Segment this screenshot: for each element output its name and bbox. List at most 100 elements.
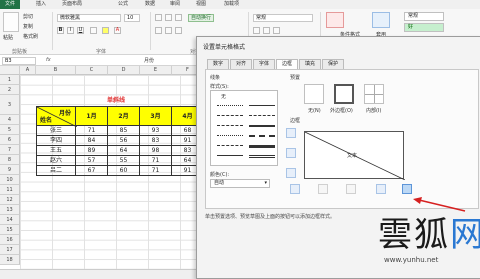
diagonal-header-cell[interactable]: 月份 姓名 [36,106,77,127]
border-diagonal-down-button[interactable] [402,184,412,194]
score-cell[interactable]: 67 [76,166,108,176]
column-header[interactable]: A [20,66,36,75]
border-diagonal-up-button[interactable] [290,184,300,194]
comma-icon[interactable] [273,27,280,34]
tab-1[interactable]: 插入 [36,0,46,9]
tab-5[interactable]: 审阅 [170,0,180,9]
dialog-tab[interactable]: 保护 [322,59,344,69]
preset-inside-button[interactable] [364,84,384,104]
border-bottom-button[interactable] [286,168,296,178]
column-header[interactable]: E [140,66,172,75]
row-header[interactable]: 17 [0,245,20,255]
name-cell[interactable]: 吕二 [36,166,76,176]
tab-2[interactable]: 页面布局 [62,0,82,9]
color-select[interactable]: 自动 ▾ [210,179,270,188]
score-cell[interactable]: 85 [108,126,140,136]
line-style-list[interactable]: 无 [210,90,278,166]
number-format-select[interactable]: 常规 [253,14,313,22]
preset-outline-button[interactable] [334,84,354,104]
align-bottom-icon[interactable] [175,14,182,21]
border-right-button[interactable] [376,184,386,194]
score-cell[interactable]: 71 [76,126,108,136]
cut-button[interactable]: 剪切 [23,13,33,20]
score-cell[interactable]: 98 [140,146,172,156]
select-all-corner[interactable] [0,66,20,75]
copy-button[interactable]: 复制 [23,23,33,30]
row-header[interactable]: 16 [0,235,20,245]
tab-7[interactable]: 加载项 [224,0,239,9]
row-header[interactable]: 12 [0,195,20,205]
font-color-icon[interactable]: A [114,27,121,34]
row-header[interactable]: 15 [0,225,20,235]
line-style-option[interactable] [249,125,275,127]
chevron-down-icon[interactable]: ▾ [264,180,267,187]
name-cell[interactable]: 王五 [36,146,76,156]
format-painter-button[interactable]: 格式刷 [23,33,38,40]
line-style-option[interactable] [217,125,243,126]
currency-icon[interactable] [253,27,260,34]
underline-button[interactable]: U [77,27,84,34]
formula-input[interactable]: 月份 [144,57,154,64]
line-style-option[interactable] [249,115,275,116]
score-cell[interactable]: 64 [108,146,140,156]
style-normal[interactable]: 常规 [404,12,444,21]
preset-none-button[interactable] [304,84,324,104]
row-header[interactable]: 2 [0,85,20,95]
score-cell[interactable]: 71 [140,166,172,176]
tab-6[interactable]: 视图 [196,0,206,9]
dialog-tab[interactable]: 数字 [207,59,229,69]
row-header[interactable]: 3 [0,95,20,115]
italic-button[interactable]: I [67,27,74,34]
score-cell[interactable]: 93 [140,126,172,136]
row-header[interactable]: 11 [0,185,20,195]
month-header-cell[interactable]: 3月 [140,106,172,126]
row-header[interactable]: 4 [0,115,20,125]
month-header-cell[interactable]: 1月 [76,106,108,126]
line-style-option[interactable] [249,135,275,137]
dialog-tab[interactable]: 字体 [253,59,275,69]
line-style-option[interactable] [249,105,275,106]
line-style-option[interactable] [217,155,243,156]
align-right-icon[interactable] [175,27,182,34]
line-style-option[interactable] [217,115,243,116]
line-style-option[interactable] [217,145,243,146]
dialog-tab[interactable]: 对齐 [230,59,252,69]
align-left-icon[interactable] [155,27,162,34]
style-good[interactable]: 好 [404,23,444,32]
column-header[interactable]: C [76,66,108,75]
line-style-option[interactable] [249,155,275,158]
row-header[interactable]: 6 [0,135,20,145]
border-top-button[interactable] [286,128,296,138]
row-header[interactable]: 8 [0,155,20,165]
dialog-tab[interactable]: 填充 [299,59,321,69]
row-header[interactable]: 14 [0,215,20,225]
bold-button[interactable]: B [57,27,64,34]
score-cell[interactable]: 89 [76,146,108,156]
paste-button[interactable]: 粘贴 [3,34,13,41]
format-as-table-icon[interactable] [372,12,390,28]
tab-3[interactable]: 公式 [118,0,128,9]
column-header[interactable]: B [36,66,76,75]
score-cell[interactable]: 83 [140,136,172,146]
fill-color-icon[interactable] [102,27,109,34]
tab-0[interactable]: 文件 [0,0,20,9]
border-left-button[interactable] [318,184,328,194]
line-style-option[interactable] [217,105,243,106]
border-center-button[interactable] [346,184,356,194]
name-cell[interactable]: 赵六 [36,156,76,166]
name-cell[interactable]: 李四 [36,136,76,146]
row-header[interactable]: 13 [0,205,20,215]
name-cell[interactable]: 张三 [36,126,76,136]
font-size-select[interactable]: 10 [124,14,140,22]
column-header[interactable]: D [108,66,140,75]
row-header[interactable]: 5 [0,125,20,135]
name-box[interactable]: B3 [2,57,36,65]
score-cell[interactable]: 55 [108,156,140,166]
row-header[interactable]: 9 [0,165,20,175]
conditional-format-icon[interactable] [326,12,344,28]
percent-icon[interactable] [263,27,270,34]
score-cell[interactable]: 60 [108,166,140,176]
row-header[interactable]: 1 [0,75,20,85]
row-header[interactable]: 18 [0,255,20,265]
score-cell[interactable]: 84 [76,136,108,146]
